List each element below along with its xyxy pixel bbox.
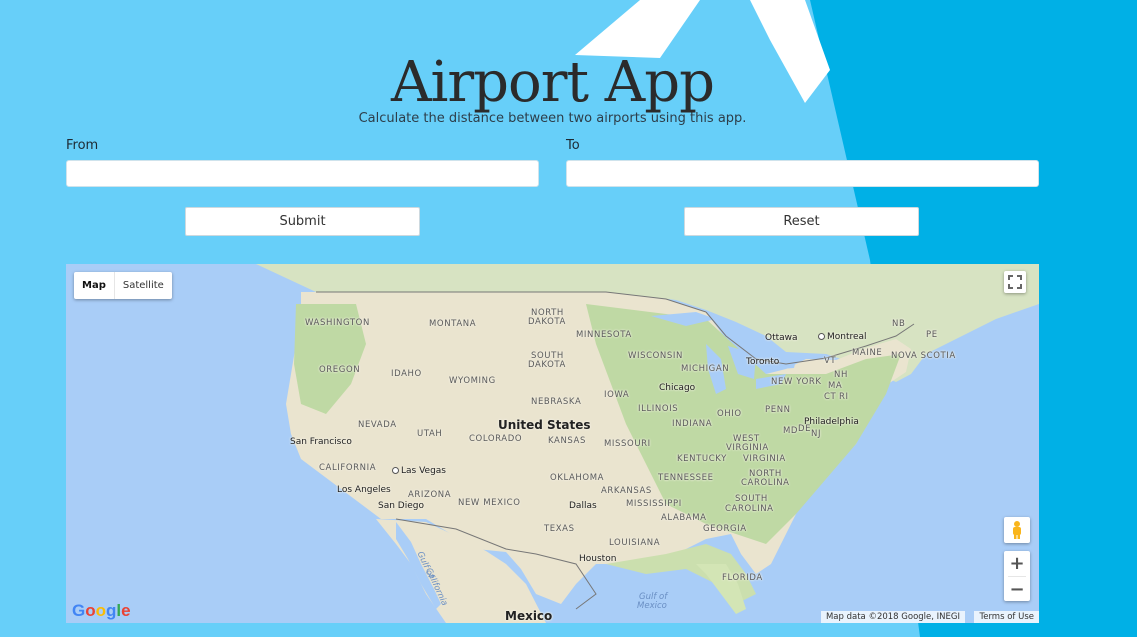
map-label-philadelphia: Philadelphia	[804, 417, 859, 427]
map-label-arizona: ARIZONA	[408, 490, 452, 500]
map-attribution: Map data ©2018 Google, INEGI	[820, 611, 965, 623]
map-label-chicago: Chicago	[659, 383, 696, 393]
map-label-ma: MA	[828, 381, 843, 391]
map-label-toronto: Toronto	[746, 357, 780, 367]
submit-button[interactable]: Submit	[185, 207, 420, 236]
map-label-mississippi: MISSISSIPPI	[626, 499, 682, 509]
map-label-mexico: Mexico	[505, 609, 553, 623]
zoom-control: + −	[1004, 551, 1030, 601]
map-label-wisconsin: WISCONSIN	[628, 351, 683, 361]
map-label-penn: PENN	[765, 405, 791, 415]
map-type-satellite-button[interactable]: Satellite	[115, 272, 172, 299]
map-label-ct: CT	[824, 392, 837, 402]
map-label-nh: NH	[834, 370, 848, 380]
page-title: Airport App	[391, 50, 715, 115]
map-label-tennessee: TENNESSEE	[658, 473, 714, 483]
map-label-utah: UTAH	[417, 429, 443, 439]
map-label-montana: MONTANA	[429, 319, 477, 329]
map-label-dallas: Dallas	[569, 501, 597, 511]
map-label-oregon: OREGON	[319, 365, 361, 375]
map-label-new-york: NEW YORK	[771, 377, 822, 387]
map-label-west-virginia-2: VIRGINIA	[726, 443, 769, 453]
map-label-texas: TEXAS	[544, 524, 575, 534]
map-label-michigan: MICHIGAN	[681, 364, 730, 374]
map-label-california: CALIFORNIA	[319, 463, 377, 473]
page-subtitle: Calculate the distance between two airpo…	[358, 111, 747, 126]
map-label-montreal: Montreal	[818, 332, 867, 342]
map-label-south-carolina-2: CAROLINA	[725, 504, 774, 514]
map-type-map-button[interactable]: Map	[74, 272, 114, 299]
zoom-in-button[interactable]: +	[1009, 551, 1024, 576]
map-label-north-dakota-2: DAKOTA	[528, 317, 566, 327]
map-label-arkansas: ARKANSAS	[601, 486, 652, 496]
map-label-houston: Houston	[579, 554, 617, 564]
map-label-nebraska: NEBRASKA	[531, 397, 582, 407]
to-label: To	[566, 138, 580, 153]
map-label-san-diego: San Diego	[378, 501, 424, 511]
map-label-washington: WASHINGTON	[305, 318, 370, 328]
map-label-missouri: MISSOURI	[604, 439, 651, 449]
map-label-nevada: NEVADA	[358, 420, 397, 430]
map-label-south-carolina: SOUTH	[735, 494, 768, 504]
map-label-idaho: IDAHO	[391, 369, 422, 379]
from-input[interactable]	[66, 160, 539, 187]
map-label-pe: PE	[926, 330, 938, 340]
map-label-ri: RI	[839, 392, 849, 402]
terms-of-use-link[interactable]: Terms of Use	[974, 611, 1039, 623]
map-label-virginia: VIRGINIA	[743, 454, 786, 464]
map-label-vt: VT	[824, 356, 837, 366]
map-label-md: MD	[783, 426, 799, 436]
map-label-louisiana: LOUISIANA	[609, 538, 661, 548]
map-label-colorado: COLORADO	[469, 434, 523, 444]
map-label-indiana: INDIANA	[672, 419, 713, 429]
map-label-oklahoma: OKLAHOMA	[550, 473, 605, 483]
map-label-alabama: ALABAMA	[661, 513, 707, 523]
reset-button[interactable]: Reset	[684, 207, 919, 236]
map-label-las-vegas: Las Vegas	[392, 466, 446, 476]
map-label-minnesota: MINNESOTA	[576, 330, 632, 340]
map-label-nova-scotia: NOVA SCOTIA	[891, 351, 956, 361]
map-label-ohio: OHIO	[717, 409, 742, 419]
to-input[interactable]	[566, 160, 1039, 187]
map-label-illinois: ILLINOIS	[638, 404, 679, 414]
map-view[interactable]: Map Satellite + − WASHINGTON MONTANA NOR…	[66, 264, 1039, 623]
map-label-san-francisco: San Francisco	[290, 437, 352, 447]
map-label-wyoming: WYOMING	[449, 376, 496, 386]
map-label-los-angeles: Los Angeles	[337, 485, 391, 495]
from-label: From	[66, 138, 99, 153]
street-view-pegman[interactable]	[1004, 517, 1030, 543]
map-type-control: Map Satellite	[74, 272, 172, 299]
map-label-nb: NB	[892, 319, 906, 329]
map-label-kansas: KANSAS	[548, 436, 586, 446]
map-label-ottawa: Ottawa	[765, 333, 798, 343]
zoom-out-button[interactable]: −	[1009, 577, 1024, 601]
map-label-new-mexico: NEW MEXICO	[458, 498, 521, 508]
map-label-georgia: GEORGIA	[703, 524, 747, 534]
fullscreen-icon	[1008, 275, 1022, 289]
map-label-gulf-of-mexico-2: Mexico	[637, 601, 667, 611]
google-logo: Google	[72, 601, 131, 620]
map-label-united-states: United States	[498, 418, 591, 432]
map-label-south-dakota-2: DAKOTA	[528, 360, 566, 370]
map-label-nj: NJ	[811, 429, 822, 439]
map-label-iowa: IOWA	[604, 390, 630, 400]
fullscreen-button[interactable]	[1004, 271, 1026, 293]
map-label-maine: MAINE	[852, 348, 883, 358]
pegman-icon	[1013, 521, 1021, 539]
map-label-kentucky: KENTUCKY	[677, 454, 727, 464]
map-label-north-carolina-2: CAROLINA	[741, 478, 790, 488]
map-label-florida: FLORIDA	[722, 573, 763, 583]
